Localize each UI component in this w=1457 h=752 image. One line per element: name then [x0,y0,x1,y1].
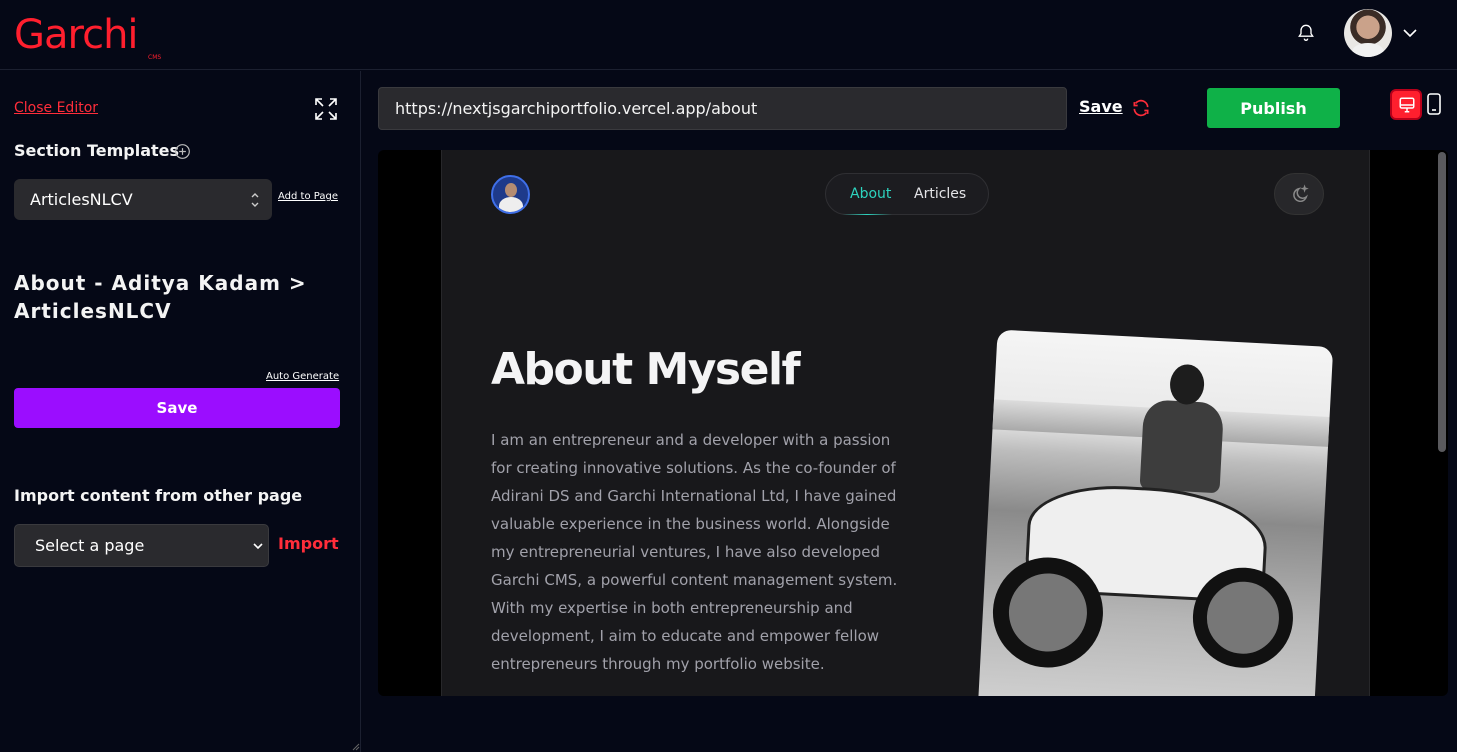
plus-circle-icon[interactable] [174,143,191,160]
breadcrumb-title: About - Aditya Kadam > ArticlesNLCV [14,271,307,323]
user-avatar[interactable] [1344,9,1392,57]
expand-icon[interactable] [314,97,338,121]
mobile-view-icon[interactable] [1426,93,1442,115]
resize-grip-icon[interactable] [352,743,360,751]
toolbar-save-link[interactable]: Save [1079,97,1123,116]
theme-toggle-button[interactable] [1274,173,1324,215]
chevron-down-icon[interactable] [1402,25,1418,41]
page-preview[interactable]: About Articles About Myself I am an entr… [378,150,1448,696]
top-header: Garchi CMS [0,0,1457,70]
import-link[interactable]: Import [278,534,339,553]
refresh-icon[interactable] [1131,98,1151,118]
template-select[interactable]: ArticlesNLCV [14,179,272,220]
preview-scrollbar[interactable] [1438,152,1446,452]
nav-item-about[interactable]: About [850,186,891,202]
moon-icon [1293,184,1309,203]
garchi-logo[interactable]: Garchi CMS [14,10,161,61]
preview-site: About Articles About Myself I am an entr… [441,150,1370,696]
page-select[interactable]: Select a page [14,524,269,567]
about-body: I am an entrepreneur and a developer wit… [491,431,898,673]
page-select-value: Select a page [35,536,145,555]
nav-item-articles[interactable]: Articles [914,186,966,202]
url-input[interactable] [378,87,1067,130]
logo-text: Garchi [14,12,139,58]
chevron-down-icon [253,543,263,550]
import-heading: Import content from other page [14,486,303,505]
logo-sub: CMS [148,54,162,61]
auto-generate-link[interactable]: Auto Generate [266,371,339,382]
add-to-page-link[interactable]: Add to Page [278,191,338,202]
desktop-view-toggle[interactable] [1390,89,1422,120]
profile-photo [976,329,1334,696]
site-avatar[interactable] [491,175,530,214]
sidebar-save-button[interactable]: Save [14,388,340,428]
updown-chevron-icon [251,193,259,207]
publish-button[interactable]: Publish [1207,88,1340,128]
nav-active-indicator [842,214,892,215]
close-editor-link[interactable]: Close Editor [14,100,98,116]
about-title: About Myself [491,344,801,395]
template-select-value: ArticlesNLCV [30,190,133,209]
editor-sidebar: Close Editor Section Templates ArticlesN… [0,71,361,752]
section-templates-label: Section Templates [14,141,180,160]
site-nav: About Articles [825,173,989,215]
bell-icon[interactable] [1296,22,1316,42]
monitor-icon [1399,97,1415,113]
